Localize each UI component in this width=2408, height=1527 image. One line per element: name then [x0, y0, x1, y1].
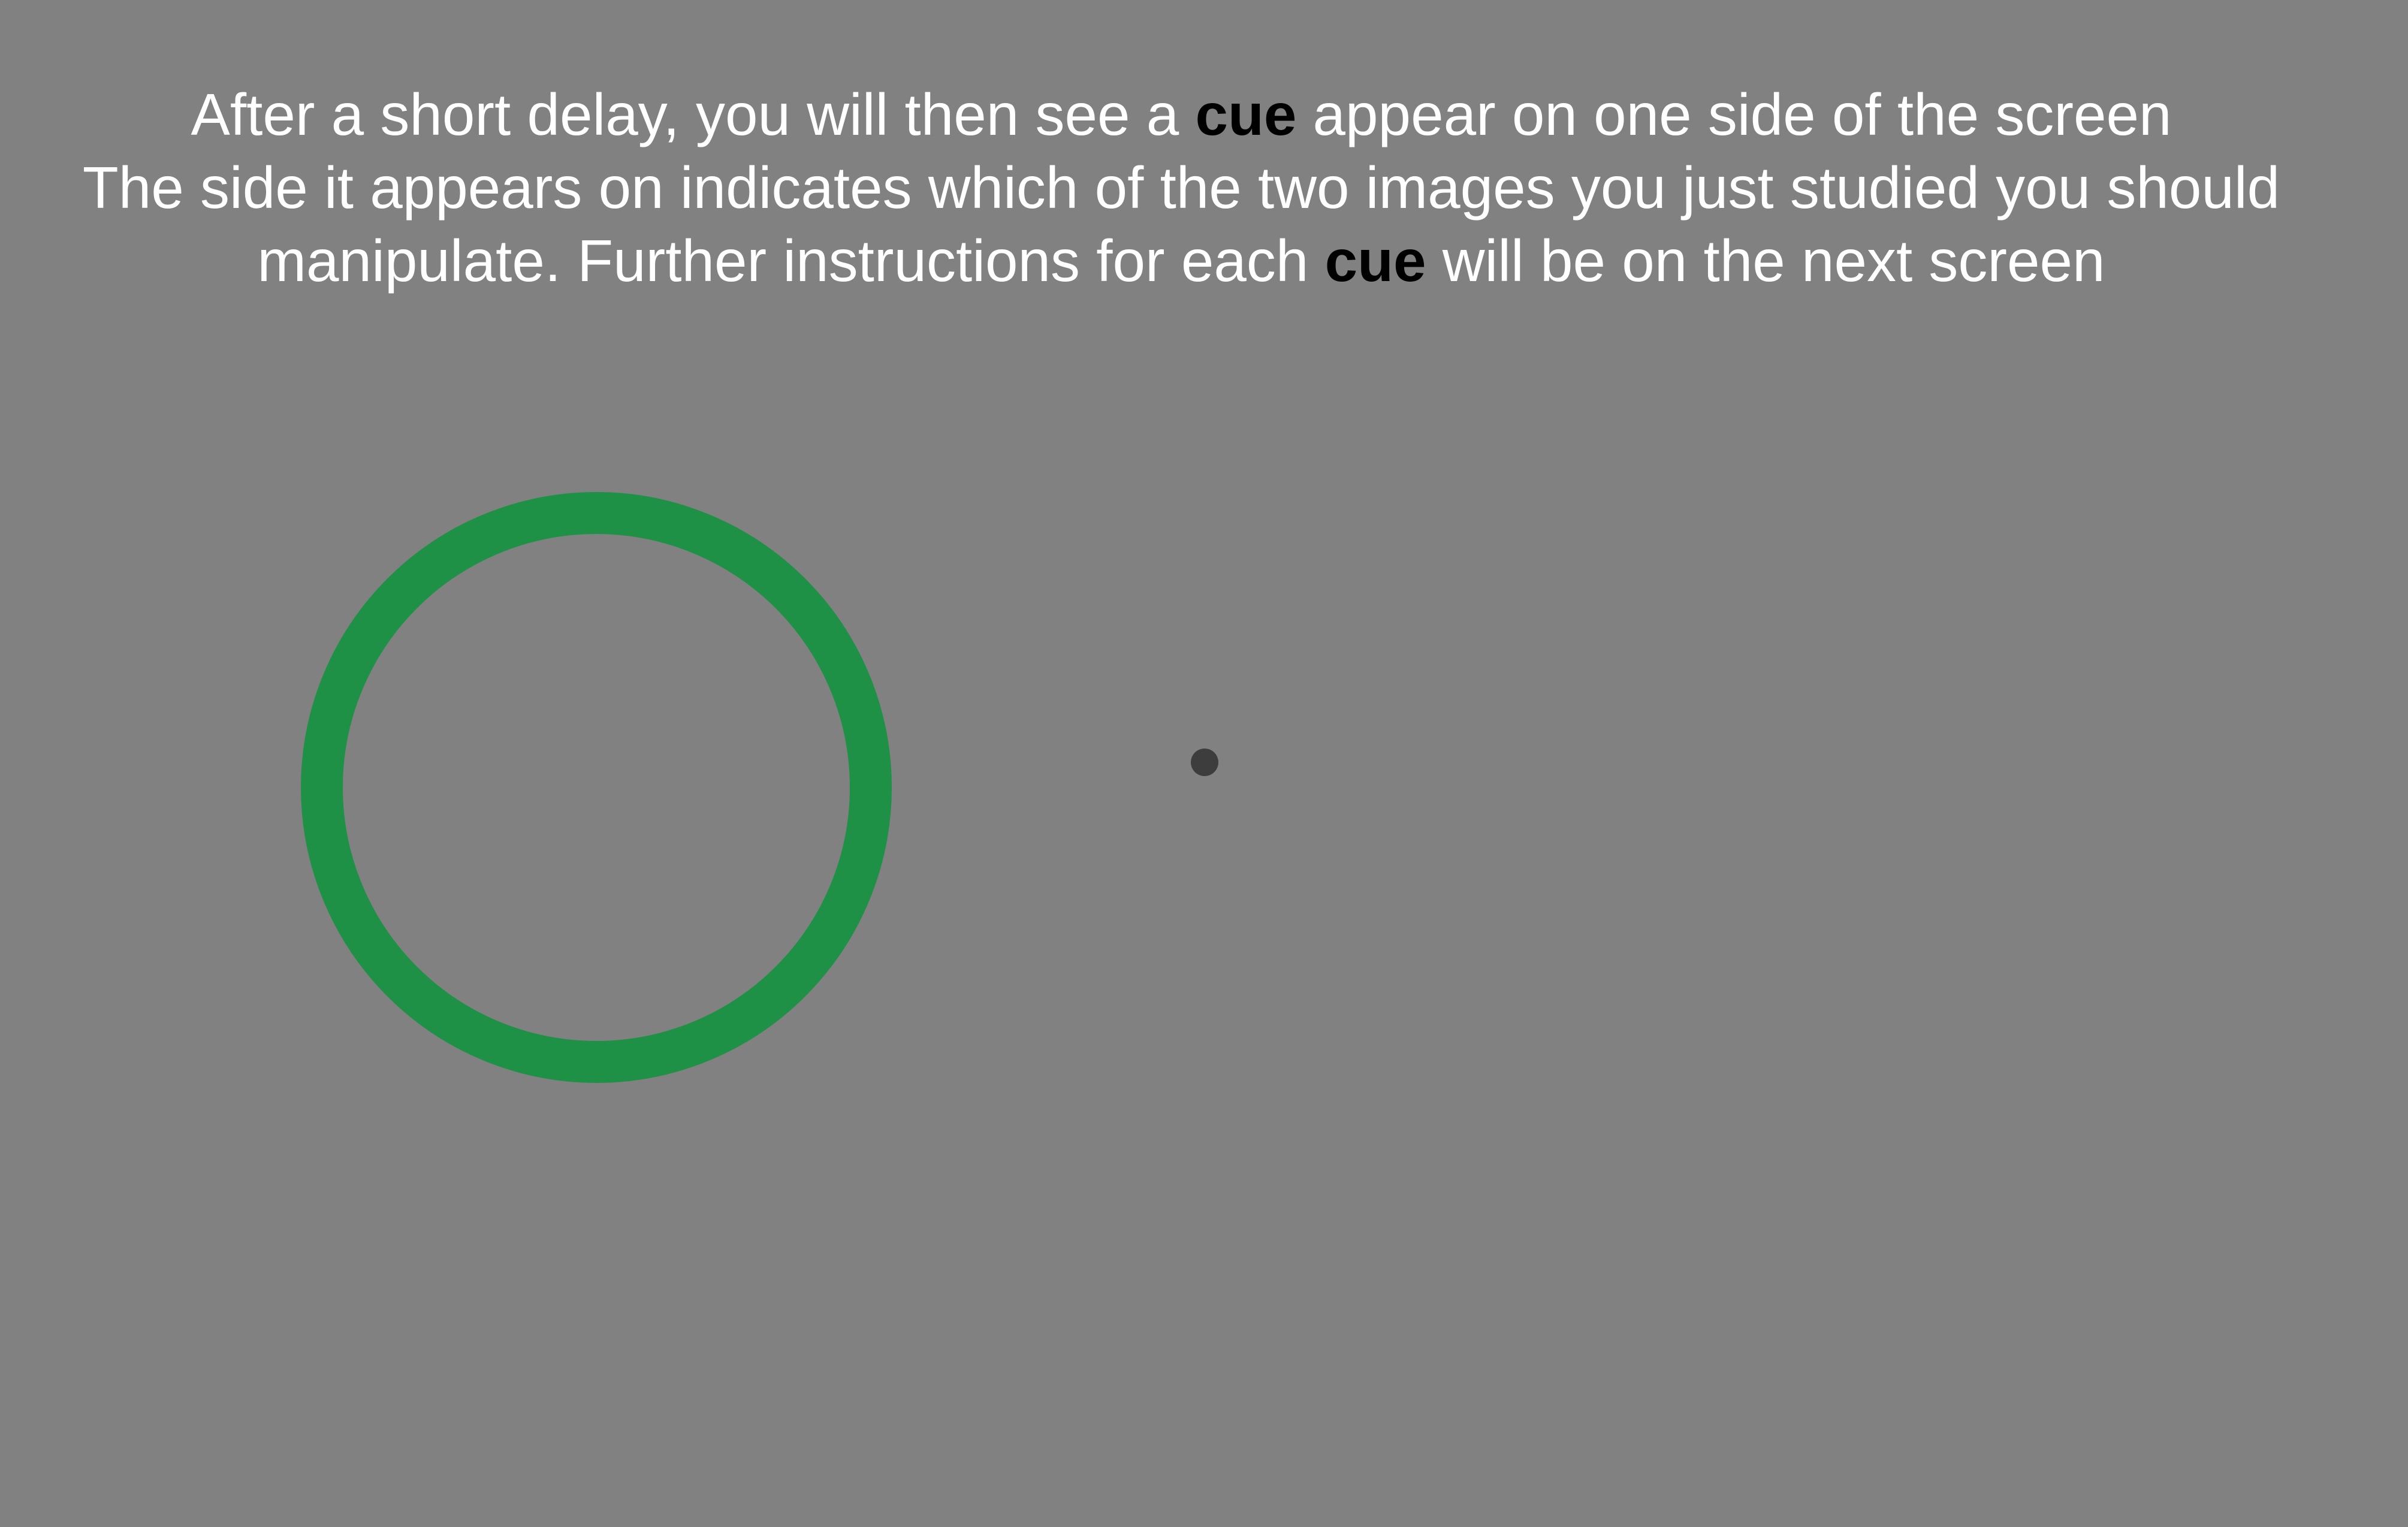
- instruction-line-1-before: After a short delay, you will then see a: [191, 82, 1196, 147]
- instruction-text: After a short delay, you will then see a…: [0, 78, 2362, 297]
- instruction-line-3-before: manipulate. Further instructions for eac…: [257, 228, 1325, 294]
- instruction-line-1: After a short delay, you will then see a…: [0, 78, 2362, 151]
- instruction-line-1-after: appear on one side of the screen: [1296, 82, 2172, 147]
- instruction-line-2: The side it appears on indicates which o…: [82, 155, 2280, 221]
- cue-keyword: cue: [1195, 82, 1297, 147]
- fixation-dot: [1191, 749, 1218, 776]
- instruction-line-3: manipulate. Further instructions for eac…: [0, 224, 2362, 297]
- cue-ring: [301, 492, 892, 1083]
- cue-keyword: cue: [1324, 228, 1426, 294]
- instruction-line-3-after: will be on the next screen: [1426, 228, 2105, 294]
